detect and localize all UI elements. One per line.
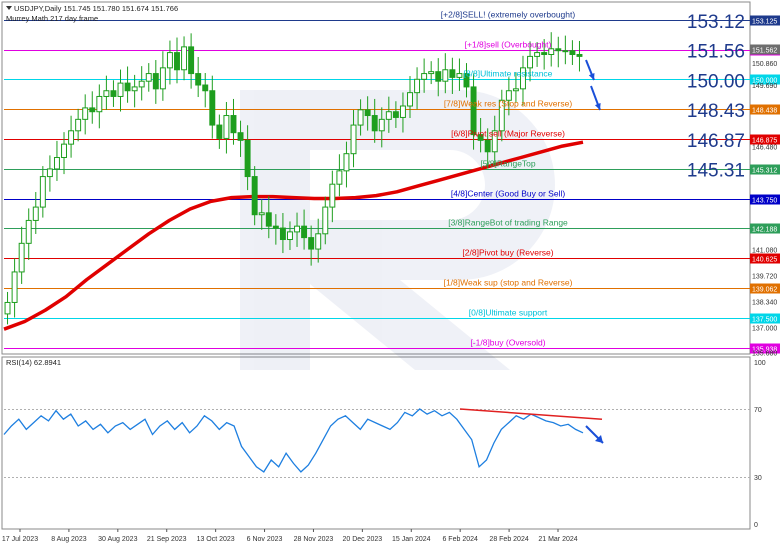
big-level-label: 150.00 [687, 71, 745, 92]
x-tick-label: 20 Dec 2023 [343, 536, 383, 543]
x-axis-layer: 17 Jul 2023 8 Aug 2023 30 Aug 2023 21 Sep 2… [2, 529, 578, 543]
x-tick-label: 17 Jul 2023 [2, 536, 38, 543]
rsi-tick-label: 100 [754, 360, 766, 367]
murrey-level-label: [+1/8]sell (Overbought) [465, 40, 552, 50]
price-axis-tag: 143.750 [750, 194, 780, 205]
x-tick-label: 28 Feb 2024 [489, 536, 528, 543]
big-level-label: 153.12 [687, 12, 745, 33]
svg-text:140.625: 140.625 [752, 257, 777, 264]
x-tick-label: 6 Nov 2023 [247, 536, 283, 543]
svg-text:139.062: 139.062 [752, 287, 777, 294]
svg-text:148.438: 148.438 [752, 108, 777, 115]
murrey-level-label: [1/8]Weak sup (stop and Reverse) [444, 278, 573, 288]
murrey-level-label: [-1/8]buy (Oversold) [470, 338, 545, 348]
rsi-panel [1, 356, 751, 530]
price-axis-tag: 140.625 [750, 253, 780, 264]
y-tick-label: 149.690 [752, 83, 777, 90]
price-axis-tag: 142.188 [750, 223, 780, 234]
price-axis-tag: 145.312 [750, 164, 780, 175]
murrey-level-label: [3/8]RangeBot of trading Range [448, 218, 568, 228]
indicator-info: Murrey Math 217 day frame [6, 14, 98, 23]
price-axis-tag: 146.875 [750, 134, 780, 145]
x-tick-label: 13 Oct 2023 [197, 536, 235, 543]
x-tick-label: 8 Aug 2023 [51, 536, 87, 543]
murrey-level-label: [5/8]RangeTop [480, 159, 536, 169]
big-level-label: 145.31 [687, 161, 745, 182]
price-axis-tag: 148.438 [750, 104, 780, 115]
big-level-label: 151.56 [687, 42, 745, 63]
rsi-label: RSI(14) 62.8941 [6, 358, 61, 367]
y-tick-label: 137.000 [752, 325, 777, 332]
y-tick-label: 138.340 [752, 300, 777, 307]
usdjpy-chart-window: [+2/8]SELL! (extremely overbought) [+1/8]… [0, 0, 782, 548]
svg-text:145.312: 145.312 [752, 168, 777, 175]
price-axis-tag: 139.062 [750, 283, 780, 294]
murrey-level-label: [2/8]Pivot buy (Reverse) [462, 248, 553, 258]
y-tick-label: 150.860 [752, 61, 777, 68]
x-tick-label: 15 Jan 2024 [392, 536, 431, 543]
svg-text:143.750: 143.750 [752, 198, 777, 205]
chart-canvas: [+2/8]SELL! (extremely overbought) [+1/8]… [1, 1, 780, 543]
symbol-info: USDJPY,Daily 151.745 151.780 151.674 151… [14, 4, 178, 13]
x-tick-label: 28 Nov 2023 [294, 536, 334, 543]
rsi-tick-label: 0 [754, 522, 758, 529]
big-level-label: 148.43 [687, 101, 745, 122]
svg-text:151.562: 151.562 [752, 48, 777, 55]
x-tick-label: 6 Feb 2024 [442, 536, 478, 543]
price-axis-tags-layer: 153.125151.562150.000148.438146.875145.3… [750, 15, 780, 357]
svg-text:142.188: 142.188 [752, 227, 777, 234]
svg-text:153.125: 153.125 [752, 19, 777, 26]
price-axis-tag: 137.500 [750, 313, 780, 324]
price-axis-tag: 153.125 [750, 15, 780, 26]
murrey-level-label: [6/8]Pivot sell (Major Reverse) [451, 129, 565, 139]
y-tick-label: 146.480 [752, 144, 777, 151]
x-tick-label: 21 Mar 2024 [538, 536, 577, 543]
y-tick-label: 139.720 [752, 273, 777, 280]
murrey-level-label: [0/8]Ultimate support [469, 308, 548, 318]
y-tick-label: 135.680 [752, 350, 777, 357]
rsi-tick-label: 30 [754, 475, 762, 482]
x-tick-label: 30 Aug 2023 [98, 536, 137, 543]
murrey-level-label: [4/8]Center (Good Buy or Sell) [451, 189, 566, 199]
current-price-tag: 151.562 [750, 44, 780, 55]
murrey-level-label: [7/8]Weak res (Stop and Reverse) [444, 99, 573, 109]
y-tick-label: 141.080 [752, 247, 777, 254]
rsi-tick-label: 70 [754, 407, 762, 414]
murrey-level-label: [+2/8]SELL! (extremely overbought) [441, 10, 576, 20]
svg-text:137.500: 137.500 [752, 317, 777, 324]
murrey-level-label: [8/8]Ultimate resistance [464, 69, 553, 79]
x-tick-label: 21 Sep 2023 [147, 536, 187, 543]
big-level-label: 146.87 [687, 131, 745, 152]
